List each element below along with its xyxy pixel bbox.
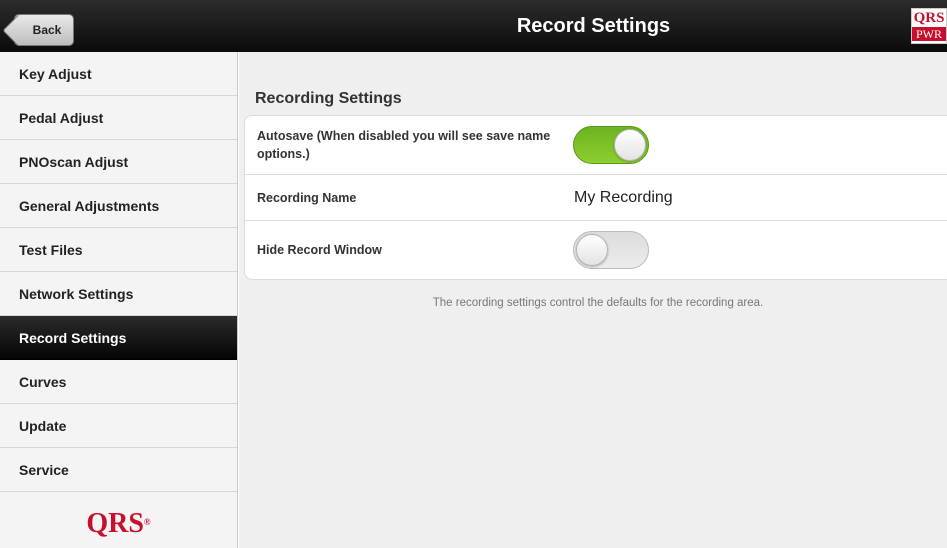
sidebar-item-pedal-adjust[interactable]: Pedal Adjust bbox=[0, 96, 237, 140]
settings-group: Autosave (When disabled you will see sav… bbox=[244, 115, 947, 280]
toggle-knob bbox=[614, 129, 646, 161]
top-bar: Back Record Settings QRS PWR bbox=[0, 0, 947, 52]
logo-top-text: QRS bbox=[913, 10, 945, 26]
recording-name-label: Recording Name bbox=[257, 190, 357, 205]
sidebar-item-general-adjustments[interactable]: General Adjustments bbox=[0, 184, 237, 228]
back-button-label: Back bbox=[32, 23, 62, 37]
hide-record-window-label: Hide Record Window bbox=[257, 243, 382, 257]
autosave-row: Autosave (When disabled you will see sav… bbox=[245, 116, 947, 175]
sidebar-item-update[interactable]: Update bbox=[0, 404, 237, 448]
sidebar-item-pnoscan-adjust[interactable]: PNOscan Adjust bbox=[0, 140, 237, 184]
section-title: Recording Settings bbox=[255, 90, 402, 107]
hide-record-window-row: Hide Record Window bbox=[245, 221, 947, 279]
logo-bottom-text: PWR bbox=[912, 27, 946, 41]
autosave-toggle[interactable] bbox=[573, 126, 649, 164]
page-title: Record Settings bbox=[516, 14, 671, 37]
sidebar-item-service[interactable]: Service bbox=[0, 448, 237, 492]
toggle-knob bbox=[576, 234, 608, 266]
sidebar: Key Adjust Pedal Adjust PNOscan Adjust G… bbox=[0, 52, 238, 548]
sidebar-item-test-files[interactable]: Test Files bbox=[0, 228, 237, 272]
settings-footnote: The recording settings control the defau… bbox=[432, 297, 764, 309]
recording-name-row: Recording Name My Recording bbox=[245, 175, 947, 221]
sidebar-item-record-settings[interactable]: Record Settings bbox=[0, 316, 237, 360]
sidebar-item-key-adjust[interactable]: Key Adjust bbox=[0, 52, 237, 96]
qrs-logo: QRS ® bbox=[0, 492, 237, 548]
autosave-label: Autosave (When disabled you will see sav… bbox=[257, 129, 551, 161]
main-panel: Recording Settings Autosave (When disabl… bbox=[239, 52, 947, 548]
registered-mark: ® bbox=[143, 517, 151, 527]
hide-record-window-toggle[interactable] bbox=[573, 231, 649, 269]
sidebar-item-curves[interactable]: Curves bbox=[0, 360, 237, 404]
back-button[interactable]: Back bbox=[14, 14, 74, 46]
qrs-logo-text: QRS bbox=[86, 508, 144, 539]
qrs-pwr-logo: QRS PWR bbox=[911, 8, 947, 44]
recording-name-field[interactable]: My Recording bbox=[570, 189, 673, 207]
sidebar-item-network-settings[interactable]: Network Settings bbox=[0, 272, 237, 316]
